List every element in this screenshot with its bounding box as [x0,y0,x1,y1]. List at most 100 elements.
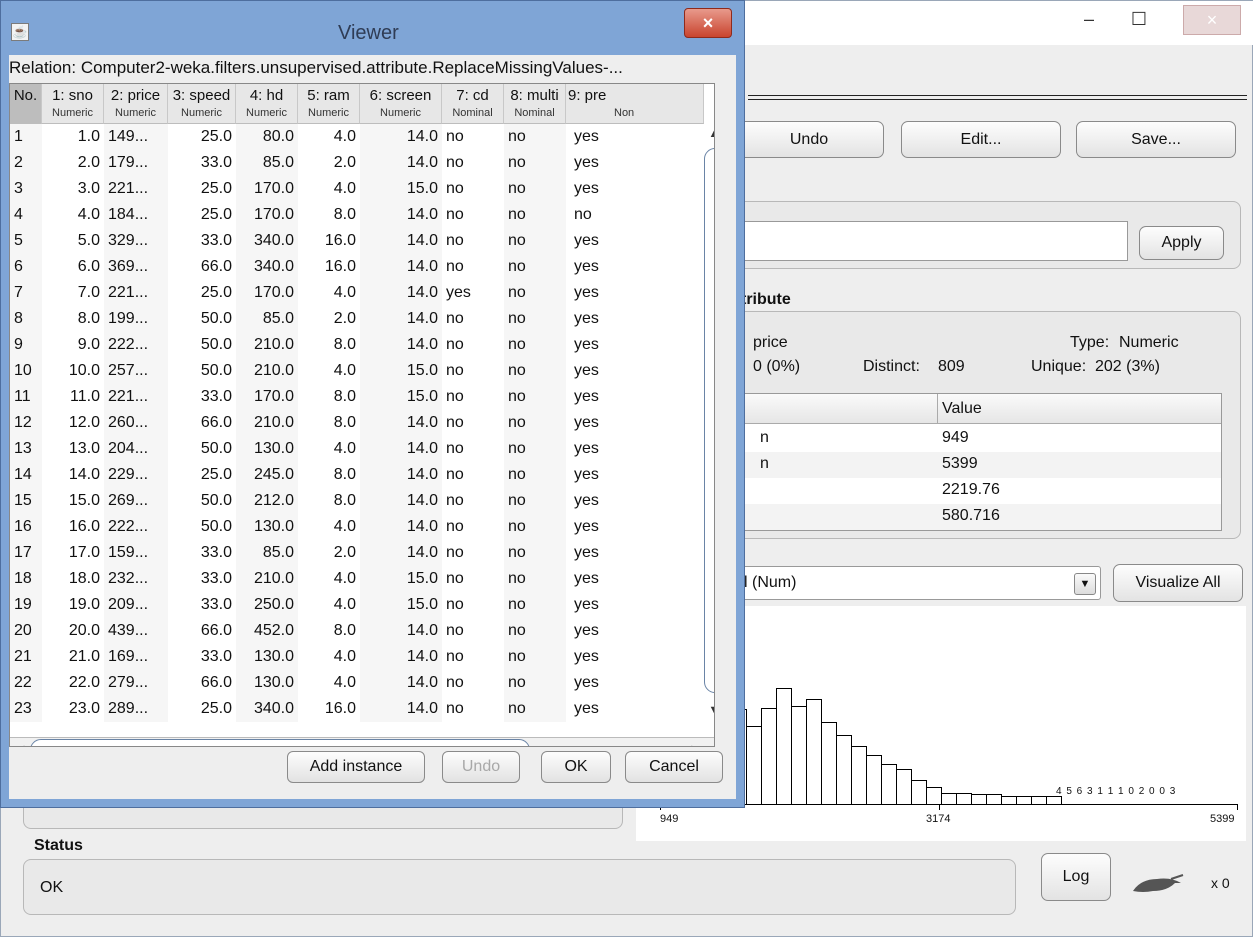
table-cell[interactable]: 369... [104,254,168,280]
table-cell[interactable]: 159... [104,540,168,566]
table-cell[interactable]: 22.0 [42,670,104,696]
table-cell[interactable]: 130.0 [236,670,298,696]
scroll-left-icon[interactable]: ◄ [12,743,30,746]
scroll-right-icon[interactable]: ► [686,743,704,746]
table-cell[interactable]: 19.0 [42,592,104,618]
table-cell[interactable]: no [442,696,504,722]
table-cell[interactable]: 210.0 [236,566,298,592]
table-cell[interactable]: 14 [10,462,42,488]
table-cell[interactable]: 15.0 [42,488,104,514]
table-cell[interactable]: 1.0 [42,124,104,150]
table-cell[interactable]: 14.0 [360,670,442,696]
column-header[interactable]: 6: screen Numeric [360,84,442,124]
table-cell[interactable]: 4.0 [298,124,360,150]
table-cell[interactable]: no [566,202,666,228]
table-cell[interactable]: no [442,644,504,670]
table-row[interactable]: 4 4.0 184... 25.0 170.0 8.0 14.0 no no no [10,202,704,228]
table-cell[interactable]: 184... [104,202,168,228]
table-cell[interactable]: 14.0 [360,436,442,462]
table-cell[interactable]: 22 [10,670,42,696]
table-cell[interactable]: 4.0 [298,280,360,306]
table-cell[interactable]: yes [566,488,666,514]
table-cell[interactable]: 19 [10,592,42,618]
table-cell[interactable]: no [504,306,566,332]
maximize-button[interactable]: ☐ [1119,5,1159,35]
table-cell[interactable]: 212.0 [236,488,298,514]
table-row[interactable]: 2 2.0 179... 33.0 85.0 2.0 14.0 no no yes [10,150,704,176]
table-cell[interactable]: 170.0 [236,202,298,228]
table-cell[interactable]: yes [566,566,666,592]
table-cell[interactable]: 14.0 [360,462,442,488]
table-cell[interactable]: 130.0 [236,436,298,462]
table-cell[interactable]: 33.0 [168,540,236,566]
table-cell[interactable]: 7 [10,280,42,306]
table-cell[interactable]: no [504,202,566,228]
table-cell[interactable]: 50.0 [168,436,236,462]
table-cell[interactable]: 221... [104,384,168,410]
table-cell[interactable]: 14.0 [360,696,442,722]
table-cell[interactable]: 245.0 [236,462,298,488]
table-cell[interactable]: 18.0 [42,566,104,592]
table-cell[interactable]: 14.0 [360,332,442,358]
table-cell[interactable]: 33.0 [168,228,236,254]
cancel-button[interactable]: Cancel [625,751,723,783]
column-header[interactable]: 5: ram Numeric [298,84,360,124]
table-cell[interactable]: no [504,540,566,566]
table-cell[interactable]: 221... [104,280,168,306]
table-cell[interactable]: 439... [104,618,168,644]
table-cell[interactable]: 4.0 [298,592,360,618]
ok-button[interactable]: OK [541,751,611,783]
table-cell[interactable]: 6 [10,254,42,280]
table-cell[interactable]: 33.0 [168,150,236,176]
table-cell[interactable]: no [442,514,504,540]
table-cell[interactable]: yes [566,670,666,696]
table-cell[interactable]: 2.0 [298,150,360,176]
table-cell[interactable]: 17.0 [42,540,104,566]
table-cell[interactable]: no [442,566,504,592]
table-cell[interactable]: 4.0 [298,176,360,202]
table-cell[interactable]: 50.0 [168,332,236,358]
table-cell[interactable]: yes [566,592,666,618]
table-cell[interactable]: 8.0 [298,332,360,358]
table-cell[interactable]: 80.0 [236,124,298,150]
table-cell[interactable]: 25.0 [168,696,236,722]
table-cell[interactable]: 17 [10,540,42,566]
table-cell[interactable]: yes [566,228,666,254]
table-cell[interactable]: 340.0 [236,228,298,254]
edit-button[interactable]: Edit... [901,121,1061,158]
table-cell[interactable]: no [504,358,566,384]
table-cell[interactable]: no [504,280,566,306]
table-cell[interactable]: 14.0 [360,254,442,280]
filter-field[interactable] [741,221,1128,261]
table-cell[interactable]: 9.0 [42,332,104,358]
table-cell[interactable]: 14.0 [360,124,442,150]
table-cell[interactable]: no [504,228,566,254]
table-cell[interactable]: 1 [10,124,42,150]
table-cell[interactable]: 13.0 [42,436,104,462]
table-cell[interactable]: 50.0 [168,306,236,332]
table-cell[interactable]: 229... [104,462,168,488]
log-button[interactable]: Log [1041,853,1111,901]
table-cell[interactable]: 14.0 [360,202,442,228]
table-cell[interactable]: no [504,670,566,696]
table-row[interactable]: 20 20.0 439... 66.0 452.0 8.0 14.0 no no yes [10,618,704,644]
save-button[interactable]: Save... [1076,121,1236,158]
table-cell[interactable]: no [442,150,504,176]
table-cell[interactable]: 170.0 [236,176,298,202]
table-cell[interactable]: 2.0 [298,306,360,332]
table-cell[interactable]: no [504,514,566,540]
table-cell[interactable]: 85.0 [236,306,298,332]
table-cell[interactable]: no [442,384,504,410]
table-cell[interactable]: 130.0 [236,514,298,540]
class-attribute-select[interactable]: l (Num) ▼ [741,566,1101,600]
table-cell[interactable]: 11 [10,384,42,410]
table-row[interactable]: 11 11.0 221... 33.0 170.0 8.0 15.0 no no yes [10,384,704,410]
table-cell[interactable]: 15 [10,488,42,514]
table-cell[interactable]: yes [566,410,666,436]
table-cell[interactable]: 16.0 [298,254,360,280]
table-cell[interactable]: yes [566,280,666,306]
table-cell[interactable]: 209... [104,592,168,618]
table-cell[interactable]: 130.0 [236,644,298,670]
table-cell[interactable]: 21.0 [42,644,104,670]
table-row[interactable]: 7 7.0 221... 25.0 170.0 4.0 14.0 yes no yes [10,280,704,306]
